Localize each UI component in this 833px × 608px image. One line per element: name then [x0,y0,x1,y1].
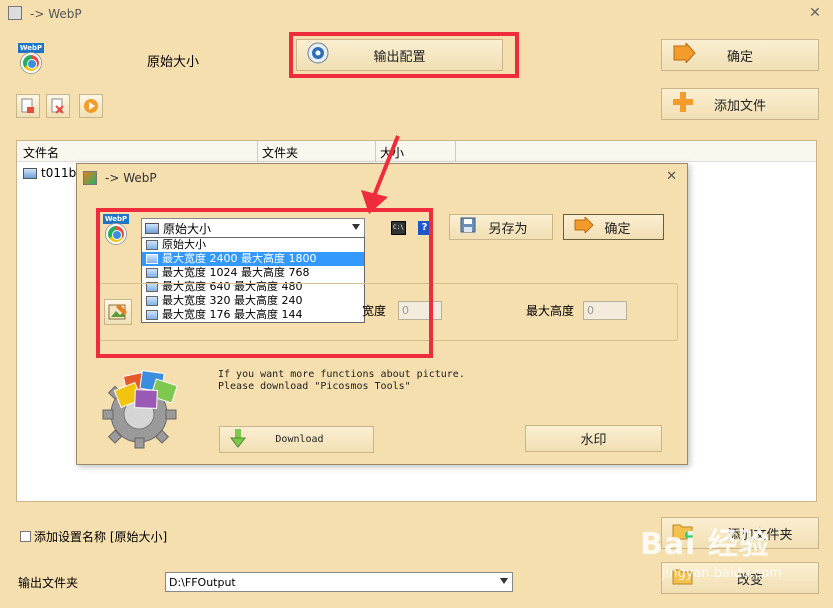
chevron-down-icon [500,578,508,584]
download-label: Download [275,434,324,445]
arrow-right-icon [672,41,696,67]
image-file-icon [23,167,37,179]
max-height-label: 最大高度 [526,304,575,318]
preset-label: 原始大小 [147,55,200,70]
add-file-label: 添加文件 [713,98,766,114]
dialog-ok-button[interactable]: 确定 [563,214,664,240]
remove-file-icon[interactable] [16,94,40,118]
main-ok-label: 确定 [726,49,753,65]
info-text-line-1: If you want more functions about picture… [218,369,465,380]
floppy-disk-icon [460,217,476,237]
save-as-label: 另存为 [488,221,528,237]
red-pointer-arrow [361,135,400,214]
plus-icon [672,91,694,117]
info-text-line-2: Please download "Picosmos Tools" [218,381,411,392]
baidu-watermark-logo: Bai 经验 [640,527,770,562]
play-icon[interactable] [79,94,103,118]
baidu-watermark-url: jingyan.baidu.com [662,566,782,581]
highlight-box-preset [96,208,433,358]
download-arrow-icon [229,428,247,452]
dialog-close-button[interactable]: ✕ [666,169,677,184]
window-close-button[interactable]: ✕ [806,4,824,22]
add-setting-name-checkbox[interactable] [20,531,31,542]
arrow-right-icon [574,215,594,237]
download-button[interactable]: Download [219,426,374,453]
main-ok-button[interactable]: 确定 [661,39,819,71]
output-folder-select[interactable]: D:\FFOutput [165,572,513,592]
highlight-box-output-config [289,32,519,78]
watermark-button[interactable]: 水印 [525,425,662,452]
dialog-app-icon [83,171,97,185]
column-filename[interactable]: 文件名 [23,144,59,161]
output-folder-label: 输出文件夹 [18,576,79,590]
add-setting-name-label: 添加设置名称 [原始大小] [34,530,168,544]
dialog-title: -> WebP [105,171,157,185]
picosmos-gear-logo [95,368,187,453]
max-height-input[interactable]: 0 [583,301,627,320]
webp-logo-icon: WebP [18,43,44,73]
watermark-label: 水印 [580,433,607,448]
dialog-ok-label: 确定 [604,221,631,237]
clear-list-icon[interactable] [46,94,70,118]
app-icon [8,6,22,20]
column-folder[interactable]: 文件夹 [262,144,298,161]
add-file-button[interactable]: 添加文件 [661,88,819,120]
file-list-header: 文件名 文件夹 大小 [17,141,816,162]
save-as-button[interactable]: 另存为 [449,214,553,240]
output-folder-value: D:\FFOutput [169,575,236,589]
title-bar [0,0,833,28]
window-title: -> WebP [30,7,82,21]
